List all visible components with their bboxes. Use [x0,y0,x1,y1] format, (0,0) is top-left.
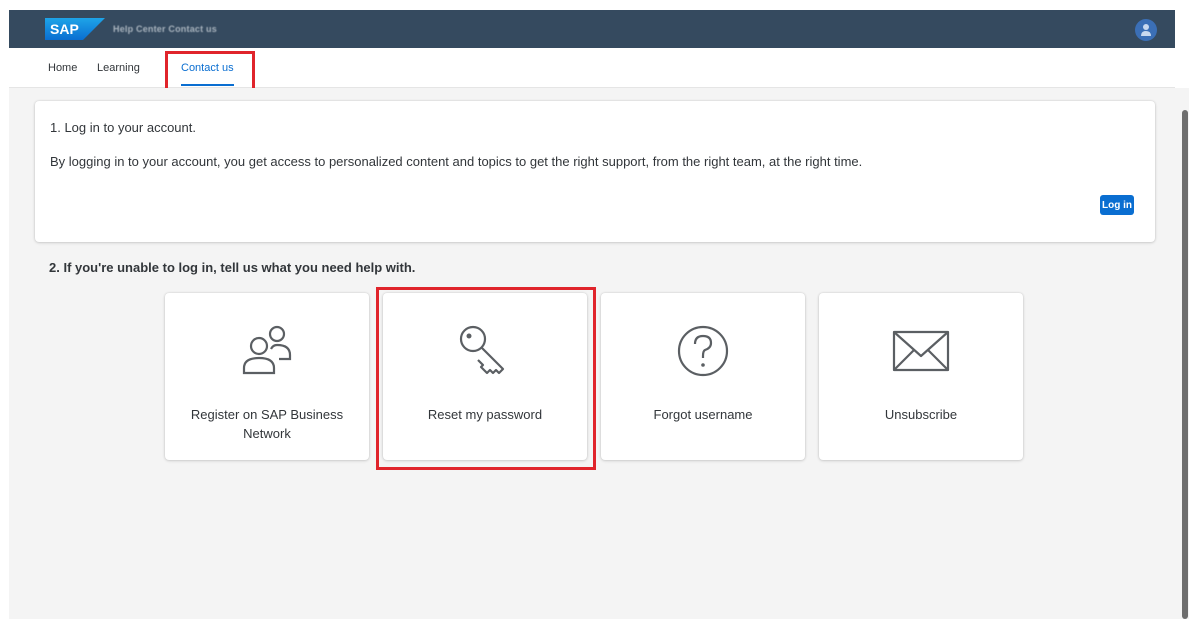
shell-title: Help Center Contact us [113,24,217,34]
tile-reset-password[interactable]: Reset my password [383,293,587,460]
tab-contact-us[interactable]: Contact us [181,48,234,88]
tab-learning[interactable]: Learning [97,48,140,88]
question-circle-icon [677,325,729,377]
main-content: 1. Log in to your account. By logging in… [9,88,1175,619]
login-card: 1. Log in to your account. By logging in… [35,101,1155,242]
tile-reset-password-label: Reset my password [427,407,543,422]
tile-forgot-username-label: Forgot username [653,407,753,422]
tile-register[interactable]: Register on SAP Business Network [165,293,369,460]
tab-bar: Home Learning Contact us [9,48,1175,88]
tile-forgot-username[interactable]: Forgot username [601,293,805,460]
login-description: By logging in to your account, you get a… [50,154,863,169]
login-heading: 1. Log in to your account. [50,120,196,135]
help-heading: 2. If you're unable to log in, tell us w… [49,260,416,275]
sap-logo-text: SAP [50,21,79,37]
tile-register-label: Register on SAP Business Network [190,407,344,441]
login-button[interactable]: Log in [1100,195,1134,215]
envelope-icon [892,330,950,372]
tile-unsubscribe-label: Unsubscribe [884,407,958,422]
tab-home[interactable]: Home [48,48,77,88]
key-icon [459,325,505,375]
user-avatar[interactable] [1135,19,1157,41]
sap-logo[interactable]: SAP [45,18,105,40]
shell-bar: SAP Help Center Contact us [9,10,1175,48]
person-icon [1141,24,1151,36]
users-icon [242,325,292,375]
tile-unsubscribe[interactable]: Unsubscribe [819,293,1023,460]
scrollbar-thumb[interactable] [1182,110,1188,619]
